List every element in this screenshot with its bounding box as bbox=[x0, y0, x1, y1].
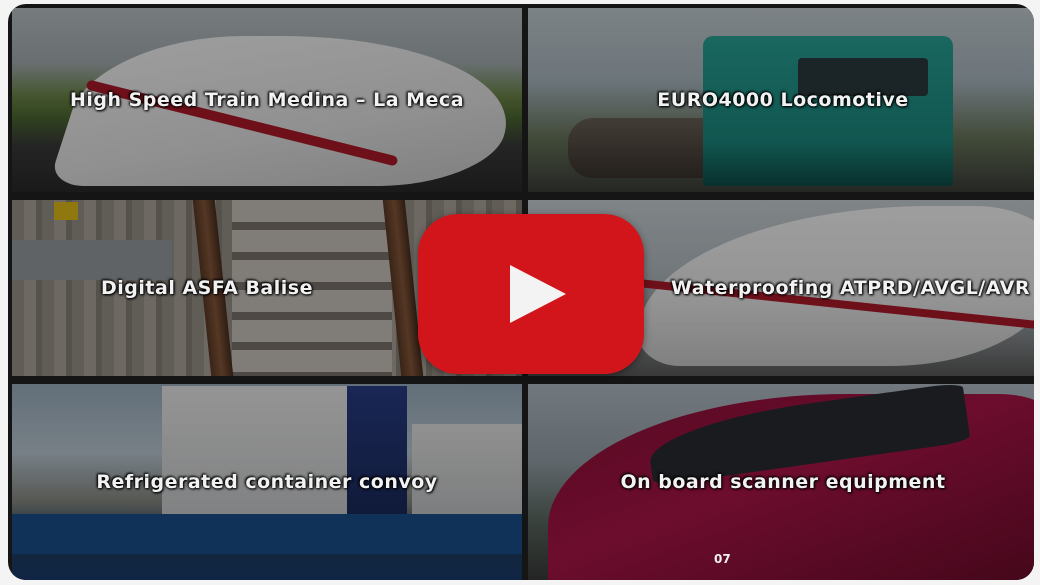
tile-caption: Digital ASFA Balise bbox=[101, 277, 313, 299]
tile-caption: On board scanner equipment bbox=[620, 471, 946, 493]
tile-caption: Waterproofing ATPRD/AVGL/AVR bbox=[670, 277, 1030, 299]
video-thumbnail[interactable]: High Speed Train Medina – La Meca EURO40… bbox=[8, 4, 1034, 580]
tile-high-speed-train: High Speed Train Medina – La Meca bbox=[12, 8, 522, 192]
tile-caption: EURO4000 Locomotive bbox=[657, 89, 909, 111]
tile-caption: Refrigerated container convoy bbox=[96, 471, 438, 493]
tile-scanner: 07 On board scanner equipment bbox=[528, 384, 1034, 580]
tile-locomotive: EURO4000 Locomotive bbox=[528, 8, 1034, 192]
tile-caption: High Speed Train Medina – La Meca bbox=[69, 89, 465, 111]
train-number: 07 bbox=[714, 552, 731, 566]
play-button[interactable] bbox=[418, 214, 644, 374]
tile-container-convoy: Refrigerated container convoy bbox=[12, 384, 522, 580]
play-icon bbox=[510, 265, 566, 323]
